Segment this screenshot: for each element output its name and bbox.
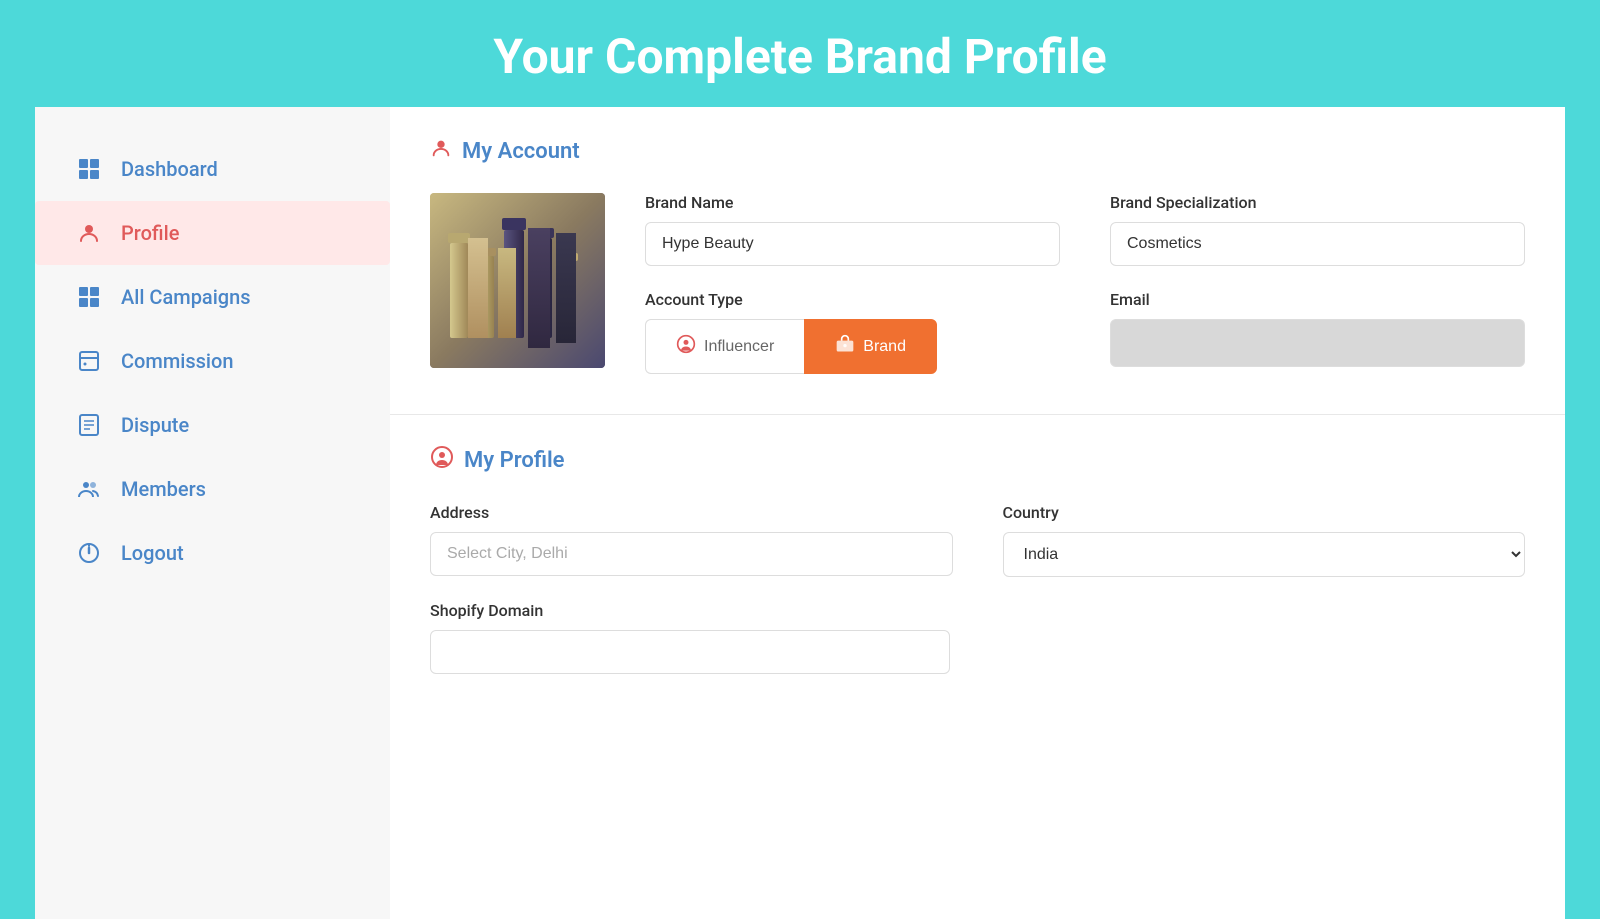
brand-image <box>430 193 605 368</box>
email-field <box>1110 319 1525 367</box>
address-input[interactable] <box>430 532 953 576</box>
brand-spec-input[interactable] <box>1110 222 1525 266</box>
influencer-btn[interactable]: Influencer <box>645 319 804 374</box>
shopify-domain-input[interactable] <box>430 630 950 674</box>
profile-icon <box>75 219 103 247</box>
sidebar-item-dashboard[interactable]: Dashboard <box>35 137 390 201</box>
content-area: My Account <box>390 107 1565 919</box>
brand-icon <box>835 334 855 359</box>
my-account-header: My Account <box>430 137 1525 165</box>
sidebar-label-profile: Profile <box>121 221 179 245</box>
brand-name-group: Brand Name <box>645 193 1060 266</box>
sidebar-label-members: Members <box>121 477 206 501</box>
address-label: Address <box>430 503 953 522</box>
brand-name-input[interactable] <box>645 222 1060 266</box>
commission-icon <box>75 347 103 375</box>
my-profile-section: My Profile Address Country India USA UK … <box>390 415 1565 714</box>
brand-spec-group: Brand Specialization <box>1110 193 1525 266</box>
brand-btn[interactable]: Brand <box>804 319 937 374</box>
country-group: Country India USA UK Canada Australia <box>1003 503 1526 577</box>
sidebar-item-campaigns[interactable]: All Campaigns <box>35 265 390 329</box>
shopify-domain-label: Shopify Domain <box>430 601 543 620</box>
brand-label: Brand <box>863 338 906 356</box>
sidebar-item-members[interactable]: Members <box>35 457 390 521</box>
account-type-group: Account Type Influenc <box>645 290 1060 374</box>
shopify-input-wrapper <box>430 630 1525 674</box>
account-form-grid: Brand Name Brand Specialization Account … <box>645 193 1525 374</box>
sidebar-label-dispute: Dispute <box>121 413 189 437</box>
address-group: Address <box>430 503 953 577</box>
sidebar: Dashboard Profile All Campai <box>35 107 390 919</box>
sidebar-label-campaigns: All Campaigns <box>121 285 251 309</box>
brand-spec-label: Brand Specialization <box>1110 193 1525 212</box>
shopify-domain-group: Shopify Domain <box>430 601 1525 674</box>
sidebar-item-profile[interactable]: Profile <box>35 201 390 265</box>
my-account-title: My Account <box>462 139 580 164</box>
brand-name-label: Brand Name <box>645 193 1060 212</box>
sidebar-item-logout[interactable]: Logout <box>35 521 390 585</box>
account-type-label: Account Type <box>645 290 1060 309</box>
account-type-buttons: Influencer Brand <box>645 319 1060 374</box>
profile-form-grid: Address Country India USA UK Canada Aust… <box>430 503 1525 577</box>
sidebar-item-commission[interactable]: Commission <box>35 329 390 393</box>
sidebar-item-dispute[interactable]: Dispute <box>35 393 390 457</box>
email-group: Email <box>1110 290 1525 374</box>
page-title: Your Complete Brand Profile <box>0 0 1600 107</box>
sidebar-label-logout: Logout <box>121 541 184 565</box>
sidebar-label-commission: Commission <box>121 349 234 373</box>
my-profile-title: My Profile <box>464 448 565 473</box>
dispute-icon <box>75 411 103 439</box>
sidebar-label-dashboard: Dashboard <box>121 157 218 181</box>
campaigns-icon <box>75 283 103 311</box>
members-icon <box>75 475 103 503</box>
country-select[interactable]: India USA UK Canada Australia <box>1003 532 1526 577</box>
account-icon <box>430 137 452 165</box>
email-label: Email <box>1110 290 1525 309</box>
influencer-label: Influencer <box>704 338 774 356</box>
my-profile-header: My Profile <box>430 445 1525 475</box>
country-label: Country <box>1003 503 1526 522</box>
account-content: Brand Name Brand Specialization Account … <box>430 193 1525 374</box>
dashboard-icon <box>75 155 103 183</box>
my-account-section: My Account <box>390 107 1565 415</box>
main-container: Dashboard Profile All Campai <box>35 107 1565 919</box>
profile-section-icon <box>430 445 454 475</box>
influencer-icon <box>676 334 696 359</box>
logout-icon <box>75 539 103 567</box>
